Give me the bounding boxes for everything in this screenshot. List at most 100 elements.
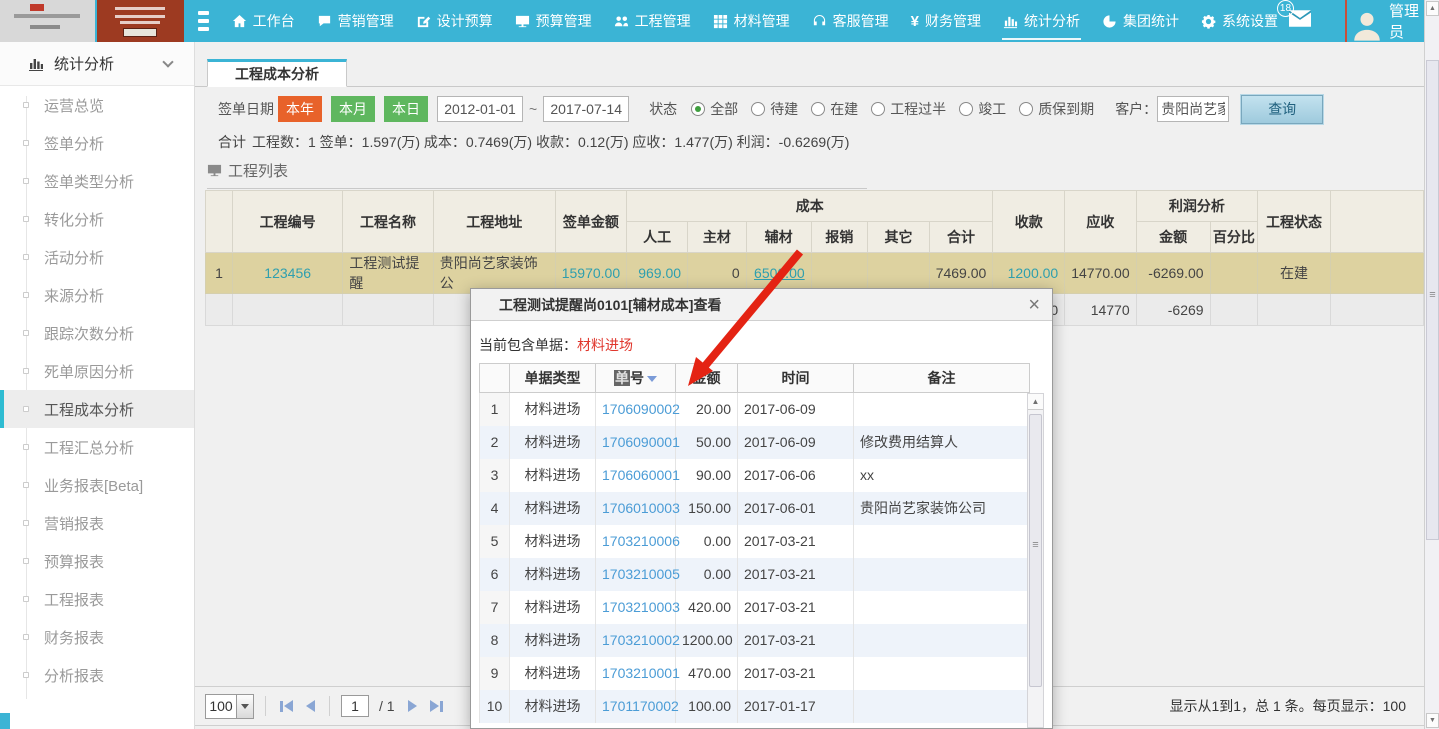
page-size-select[interactable]: 100 bbox=[205, 694, 254, 719]
this-day-button[interactable]: 本日 bbox=[384, 96, 428, 122]
active-nav-underline bbox=[1002, 38, 1081, 40]
sidebar-item-business-report-beta[interactable]: 业务报表[Beta] bbox=[0, 466, 194, 504]
labor-cost-link[interactable]: 969.00 bbox=[638, 265, 681, 281]
document-row: 6 材料进场 1703210005 0.00 2017-03-21 bbox=[480, 558, 1030, 591]
page-number-input[interactable] bbox=[341, 695, 369, 717]
sort-desc-icon[interactable] bbox=[647, 376, 657, 382]
last-page-icon bbox=[430, 700, 439, 712]
status-radio-in-progress[interactable]: 在建 bbox=[811, 99, 858, 119]
summary-label: 合计 bbox=[218, 132, 246, 152]
date-from-input[interactable] bbox=[437, 96, 523, 122]
scroll-up-icon[interactable]: ▲ bbox=[1028, 394, 1043, 410]
next-page-button[interactable] bbox=[405, 697, 420, 715]
project-list-section-header: 工程列表 bbox=[207, 160, 867, 189]
first-page-button[interactable] bbox=[277, 697, 296, 715]
menu-toggle-button[interactable] bbox=[198, 11, 209, 31]
sidebar-item-sign-analysis[interactable]: 签单分析 bbox=[0, 124, 194, 162]
received-link[interactable]: 1200.00 bbox=[1008, 265, 1059, 281]
radio-icon bbox=[811, 102, 825, 116]
aux-material-link[interactable]: 6500.00 bbox=[754, 265, 805, 281]
col-doc-no[interactable]: 单号 bbox=[596, 364, 676, 393]
status-radio-warranty[interactable]: 质保到期 bbox=[1019, 99, 1094, 119]
sidebar-item-operations-overview[interactable]: 运营总览 bbox=[0, 86, 194, 124]
sidebar-item-source-analysis[interactable]: 来源分析 bbox=[0, 276, 194, 314]
nav-item-project[interactable]: 工程管理 bbox=[603, 0, 702, 42]
cell-receivable: 14770.00 bbox=[1065, 253, 1136, 294]
nav-item-marketing[interactable]: 营销管理 bbox=[306, 0, 405, 42]
col-sign-amount: 签单金额 bbox=[555, 191, 626, 253]
scroll-up-icon[interactable]: ▲ bbox=[1426, 1, 1439, 16]
doc-no-link[interactable]: 1703210005 bbox=[602, 566, 680, 582]
col-profit-pct: 百分比 bbox=[1210, 222, 1258, 253]
sidebar-item-budget-report[interactable]: 预算报表 bbox=[0, 542, 194, 580]
nav-item-workbench[interactable]: 工作台 bbox=[221, 0, 306, 42]
sign-amount-link[interactable]: 15970.00 bbox=[562, 265, 620, 281]
nav-right-area: 18 管理员 bbox=[1289, 0, 1439, 42]
dialog-title: 工程测试提醒尚0101[辅材成本]查看 bbox=[471, 295, 721, 315]
status-radio-half-done[interactable]: 工程过半 bbox=[871, 99, 946, 119]
sidebar-item-project-report[interactable]: 工程报表 bbox=[0, 580, 194, 618]
date-to-input[interactable] bbox=[543, 96, 629, 122]
status-radio-completed[interactable]: 竣工 bbox=[959, 99, 1006, 119]
nav-item-group-stats[interactable]: 集团统计 bbox=[1091, 0, 1190, 42]
user-name[interactable]: 管理员 bbox=[1389, 0, 1421, 42]
sidebar-section-statistics[interactable]: 统计分析 bbox=[0, 42, 194, 86]
brand-logo-left[interactable] bbox=[0, 0, 97, 42]
status-radio-all[interactable]: 全部 bbox=[691, 99, 738, 119]
bullet-icon bbox=[23, 596, 29, 602]
sidebar-item-finance-report[interactable]: 财务报表 bbox=[0, 618, 194, 656]
doc-no-link[interactable]: 1706090001 bbox=[602, 434, 680, 450]
brand-logo-right[interactable] bbox=[97, 0, 184, 42]
yen-icon: ¥ bbox=[911, 13, 919, 30]
sidebar-item-follow-count-analysis[interactable]: 跟踪次数分析 bbox=[0, 314, 194, 352]
search-button[interactable]: 查询 bbox=[1241, 95, 1323, 124]
doc-no-link[interactable]: 1703210002 bbox=[602, 632, 680, 648]
close-icon[interactable]: × bbox=[1028, 295, 1040, 315]
messages-button[interactable]: 18 bbox=[1289, 10, 1311, 32]
prev-page-button[interactable] bbox=[303, 697, 318, 715]
project-no-link[interactable]: 123456 bbox=[264, 265, 311, 281]
scrollbar-thumb[interactable]: ≡ bbox=[1029, 414, 1042, 687]
sidebar-item-sign-type-analysis[interactable]: 签单类型分析 bbox=[0, 162, 194, 200]
sidebar-item-analysis-report[interactable]: 分析报表 bbox=[0, 656, 194, 694]
bullet-icon bbox=[23, 292, 29, 298]
nav-item-statistics[interactable]: 统计分析 bbox=[992, 0, 1091, 42]
status-radio-pending[interactable]: 待建 bbox=[751, 99, 798, 119]
last-page-button[interactable] bbox=[427, 697, 446, 715]
sidebar-item-marketing-report[interactable]: 营销报表 bbox=[0, 504, 194, 542]
sidebar-item-dead-order-analysis[interactable]: 死单原因分析 bbox=[0, 352, 194, 390]
sidebar-item-conversion-analysis[interactable]: 转化分析 bbox=[0, 200, 194, 238]
avatar[interactable] bbox=[1347, 0, 1387, 42]
doc-no-link[interactable]: 1703210006 bbox=[602, 533, 680, 549]
this-month-button[interactable]: 本月 bbox=[331, 96, 375, 122]
doc-no-link[interactable]: 1703210003 bbox=[602, 599, 680, 615]
scroll-down-icon[interactable]: ▼ bbox=[1426, 713, 1439, 728]
sidebar-item-activity-analysis[interactable]: 活动分析 bbox=[0, 238, 194, 276]
nav-item-settings[interactable]: 系统设置 bbox=[1190, 0, 1289, 42]
sidebar-item-project-cost-analysis[interactable]: 工程成本分析 bbox=[0, 390, 194, 428]
monitor-icon bbox=[207, 163, 222, 178]
doc-no-link[interactable]: 1703210001 bbox=[602, 665, 680, 681]
nav-item-finance[interactable]: ¥ 财务管理 bbox=[900, 0, 992, 42]
sidebar: 统计分析 运营总览 签单分析 签单类型分析 转化分析 活动分析 来源分析 跟踪次… bbox=[0, 42, 195, 729]
col-project-no: 工程编号 bbox=[232, 191, 342, 253]
doc-no-link[interactable]: 1701170002 bbox=[602, 698, 679, 714]
tab-project-cost-analysis[interactable]: 工程成本分析 bbox=[207, 59, 347, 87]
dialog-scrollbar[interactable]: ▲ ≡ bbox=[1027, 393, 1044, 728]
doc-no-link[interactable]: 1706090002 bbox=[602, 401, 680, 417]
nav-item-design-budget[interactable]: 设计预算 bbox=[405, 0, 504, 42]
customer-input[interactable] bbox=[1157, 96, 1229, 122]
this-year-button[interactable]: 本年 bbox=[278, 96, 322, 122]
scrollbar-thumb[interactable]: ≡ bbox=[1426, 60, 1439, 540]
gear-icon bbox=[1201, 14, 1216, 29]
doc-no-link[interactable]: 1706010003 bbox=[602, 500, 680, 516]
nav-item-service[interactable]: 客服管理 bbox=[801, 0, 900, 42]
nav-item-budget[interactable]: 预算管理 bbox=[504, 0, 603, 42]
first-page-icon bbox=[280, 701, 283, 712]
page-scrollbar[interactable]: ▲ ≡ ▼ bbox=[1424, 0, 1439, 729]
radio-icon bbox=[959, 102, 973, 116]
nav-item-material[interactable]: 材料管理 bbox=[702, 0, 801, 42]
dropdown-arrow-icon[interactable] bbox=[236, 695, 253, 718]
sidebar-item-project-summary-analysis[interactable]: 工程汇总分析 bbox=[0, 428, 194, 466]
doc-no-link[interactable]: 1706060001 bbox=[602, 467, 680, 483]
